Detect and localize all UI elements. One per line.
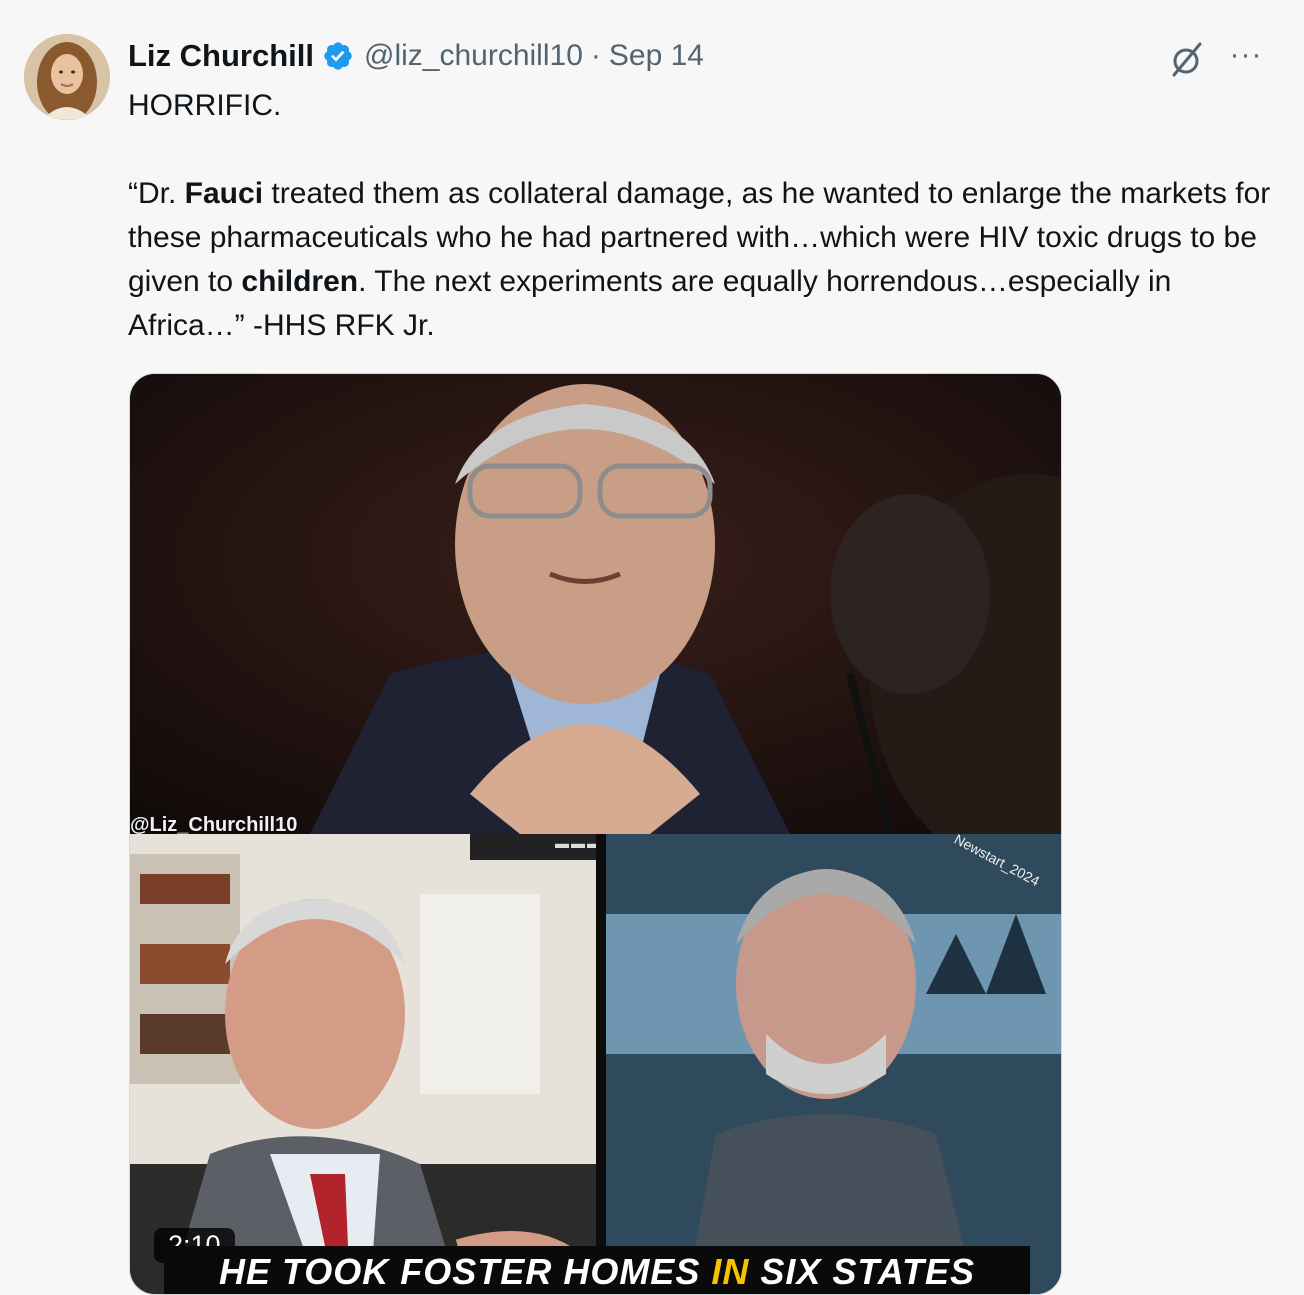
author-handle[interactable]: @liz_churchill10 xyxy=(364,39,583,73)
caption-part-1: HE TOOK FOSTER HOMES xyxy=(218,1251,712,1292)
tweet-card[interactable]: Liz Churchill @liz_churchill10 · Sep 14 … xyxy=(0,0,1304,1295)
author-name[interactable]: Liz Churchill xyxy=(128,38,314,74)
tweet-date[interactable]: Sep 14 xyxy=(609,39,704,73)
tweet-line-1: HORRIFIC. xyxy=(128,89,282,122)
quote-bold-children: children xyxy=(241,265,359,298)
verified-badge-icon xyxy=(324,42,352,70)
tweet-text: HORRIFIC. “Dr. Fauci treated them as col… xyxy=(128,84,1278,348)
video-frame-top xyxy=(130,374,1061,834)
quote-bold-fauci: Fauci xyxy=(184,177,264,210)
video-frame-right xyxy=(596,834,1061,1294)
tweet-header: Liz Churchill @liz_churchill10 · Sep 14 xyxy=(128,36,704,76)
video-caption: HE TOOK FOSTER HOMES IN SIX STATES xyxy=(164,1246,1030,1294)
more-options-button[interactable]: ··· xyxy=(1226,40,1266,74)
grok-icon[interactable] xyxy=(1166,40,1206,80)
tweet-quote: “Dr. Fauci treated them as collateral da… xyxy=(128,172,1278,348)
quote-part-1: “Dr. xyxy=(128,177,185,210)
avatar-image xyxy=(24,34,110,120)
avatar[interactable] xyxy=(24,34,110,120)
caption-highlight: IN xyxy=(711,1251,750,1292)
video-frame-left xyxy=(130,834,596,1294)
separator-dot: · xyxy=(590,39,601,72)
caption-part-2: SIX STATES xyxy=(749,1251,976,1292)
video-player[interactable]: @Liz_Churchill10 ▬▬▬▬▬ Newstart_2024 2:1… xyxy=(129,373,1062,1295)
